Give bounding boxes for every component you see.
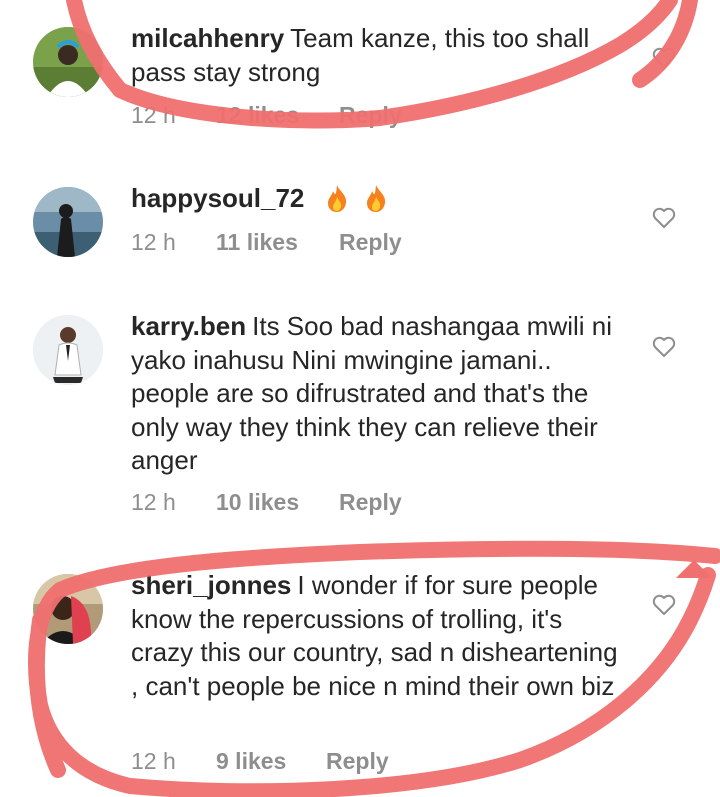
comment-meta: 12 h 11 likes Reply	[131, 229, 402, 256]
comment-time: 12 h	[131, 489, 176, 515]
annotation-stroke-bottom-left	[28, 612, 66, 778]
reply-button[interactable]: Reply	[339, 489, 402, 516]
comment-meta: 12 h 10 likes Reply	[131, 489, 402, 516]
avatar-image	[33, 187, 103, 257]
comment-meta: 12 h 12 likes Reply	[131, 102, 402, 129]
fire-emoji-icon	[324, 183, 350, 213]
comment-time: 12 h	[131, 748, 176, 774]
comment-time: 12 h	[131, 102, 176, 128]
heart-outline-icon[interactable]	[652, 594, 676, 616]
avatar-image	[33, 574, 103, 644]
avatar[interactable]	[33, 574, 103, 644]
comment-username[interactable]: karry.ben	[131, 311, 246, 341]
comment-likes[interactable]: 10 likes	[216, 489, 339, 516]
avatar[interactable]	[33, 27, 103, 97]
comment-text: milcahhenry Team kanze, this too shall pa…	[131, 22, 631, 89]
comment-meta: 12 h 9 likes Reply	[131, 748, 389, 775]
avatar-image	[33, 27, 103, 97]
comment-username[interactable]: sheri_jonnes	[131, 570, 291, 600]
reply-button[interactable]: Reply	[326, 748, 389, 775]
avatar-image	[33, 315, 103, 385]
heart-outline-icon[interactable]	[652, 47, 676, 69]
comment-text: sheri_jonnes I wonder if for sure people …	[131, 569, 631, 703]
comment-text: karry.ben Its Soo bad nashangaa mwili ni …	[131, 310, 631, 478]
reply-button[interactable]: Reply	[339, 102, 402, 129]
avatar[interactable]	[33, 315, 103, 385]
heart-outline-icon[interactable]	[652, 207, 676, 229]
reply-button[interactable]: Reply	[339, 229, 402, 256]
heart-outline-icon[interactable]	[652, 336, 676, 358]
avatar[interactable]	[33, 187, 103, 257]
annotation-arrowhead	[676, 560, 712, 578]
comment-time: 12 h	[131, 229, 176, 255]
comment-likes[interactable]: 9 likes	[216, 748, 326, 775]
comment-likes[interactable]: 12 likes	[216, 102, 339, 129]
comment-text: happysoul_72	[131, 182, 631, 216]
comment-username[interactable]: happysoul_72	[131, 183, 304, 213]
comment-username[interactable]: milcahhenry	[131, 23, 284, 53]
comment-likes[interactable]: 11 likes	[216, 229, 339, 256]
fire-emoji-icon	[363, 183, 389, 213]
